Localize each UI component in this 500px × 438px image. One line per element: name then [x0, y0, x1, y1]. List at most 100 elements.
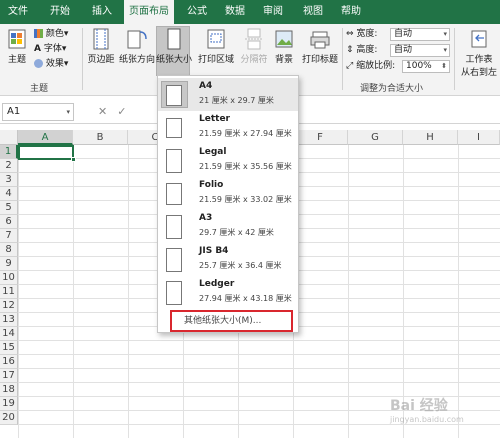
print-titles-button[interactable]: 打印标题 [300, 28, 340, 65]
more-paper-sizes-button[interactable]: 其他纸张大小(M)... [170, 310, 293, 332]
row-header[interactable]: 18 [0, 383, 18, 397]
margins-label: 页边距 [87, 55, 115, 65]
page-icon [166, 215, 182, 239]
paper-size-name: Legal [199, 147, 227, 157]
background-label: 背景 [274, 55, 293, 65]
column-header[interactable]: F [293, 130, 348, 145]
breaks-button[interactable]: 分隔符 [238, 28, 270, 65]
fonts-icon: A [34, 44, 41, 54]
tab-insert[interactable]: 插入 [84, 0, 120, 24]
paper-size-option[interactable]: A3 29.7 厘米 x 42 厘米 [158, 210, 298, 243]
select-all-corner[interactable] [0, 130, 18, 145]
background-button[interactable]: 背景 [270, 28, 298, 65]
width-icon: ⇔ [346, 29, 354, 39]
paper-size-option[interactable]: Ledger 27.94 厘米 x 43.18 厘米 [158, 276, 298, 309]
fonts-button[interactable]: A 字体▾ [34, 43, 66, 56]
tab-file[interactable]: 文件 [2, 0, 34, 24]
row-header[interactable]: 13 [0, 313, 18, 327]
watermark-text: Bai 经验 [390, 398, 448, 414]
row-header[interactable]: 10 [0, 271, 18, 285]
chevron-down-icon: ▾ [66, 108, 70, 116]
page-icon [166, 84, 182, 106]
sheet-direction-icon [471, 30, 487, 48]
height-icon: ⇕ [346, 45, 354, 55]
sheet-options-label: 工作表 [465, 55, 493, 65]
tab-home[interactable]: 开始 [42, 0, 78, 24]
row-header[interactable]: 20 [0, 411, 18, 425]
row-header[interactable]: 1 [0, 145, 18, 159]
height-select[interactable]: 自动 ▾ [390, 44, 450, 57]
column-header[interactable]: H [403, 130, 458, 145]
tab-review[interactable]: 审阅 [256, 0, 290, 24]
cancel-icon[interactable]: ✕ [98, 105, 117, 118]
row-header[interactable]: 2 [0, 159, 18, 173]
ribbon-tab-bar: 文件 开始 插入 页面布局 公式 数据 审阅 视图 帮助 [0, 0, 500, 24]
size-button[interactable]: 纸张大小 [156, 28, 192, 65]
page-icon [166, 118, 182, 138]
group-separator [82, 28, 83, 90]
paper-size-option[interactable]: Folio 21.59 厘米 x 33.02 厘米 [158, 177, 298, 210]
height-label: 高度: [356, 45, 378, 55]
print-area-label[interactable]: 打印区域 [198, 55, 234, 65]
row-header[interactable]: 9 [0, 257, 18, 271]
paper-size-menu: A4 21 厘米 x 29.7 厘米 Letter 21.59 厘米 x 27.94 … [157, 75, 299, 333]
paper-size-dimensions: 21.59 厘米 x 27.94 厘米 [199, 129, 292, 138]
chevron-down-icon: ▾ [443, 46, 447, 54]
row-header[interactable]: 19 [0, 397, 18, 411]
height-label-row: ⇕ 高度: [346, 44, 377, 57]
margins-button[interactable]: 页边距 [86, 28, 116, 65]
paper-size-option[interactable]: A4 21 厘米 x 29.7 厘米 [158, 78, 298, 111]
row-header[interactable]: 3 [0, 173, 18, 187]
paper-size-dimensions: 21.59 厘米 x 35.56 厘米 [199, 162, 292, 171]
row-header[interactable]: 6 [0, 215, 18, 229]
column-header[interactable]: G [348, 130, 403, 145]
paper-size-name: A3 [199, 213, 213, 223]
row-header[interactable]: 8 [0, 243, 18, 257]
orientation-icon [127, 30, 147, 49]
name-box[interactable]: A1 ▾ [2, 103, 74, 121]
orientation-button[interactable]: 纸张方向 [118, 28, 156, 65]
tab-page-layout[interactable]: 页面布局 [124, 0, 174, 24]
tab-data[interactable]: 数据 [218, 0, 252, 24]
row-header[interactable]: 7 [0, 229, 18, 243]
column-header[interactable]: B [73, 130, 128, 145]
tab-view[interactable]: 视图 [296, 0, 330, 24]
row-header[interactable]: 17 [0, 369, 18, 383]
active-cell[interactable] [18, 145, 76, 162]
scale-stepper[interactable]: 100% ⬍ [402, 60, 450, 73]
effects-button[interactable]: 效果▾ [34, 58, 68, 71]
more-paper-sizes-label: 其他纸张大小(M)... [184, 316, 262, 326]
row-header[interactable]: 11 [0, 285, 18, 299]
scale-icon: ⤢ [346, 61, 354, 71]
scale-value: 100% [406, 61, 432, 71]
row-header[interactable]: 16 [0, 355, 18, 369]
tab-formulas[interactable]: 公式 [180, 0, 214, 24]
print-area-button[interactable]: 打印区域 [196, 28, 236, 65]
column-header[interactable]: A [18, 130, 73, 145]
width-select[interactable]: 自动 ▾ [390, 28, 450, 41]
row-header[interactable]: 5 [0, 201, 18, 215]
paper-size-option[interactable]: Legal 21.59 厘米 x 35.56 厘米 [158, 144, 298, 177]
enter-icon[interactable]: ✓ [117, 105, 136, 118]
row-header[interactable]: 15 [0, 341, 18, 355]
fill-handle[interactable] [71, 157, 76, 162]
colors-button[interactable]: 颜色▾ [34, 28, 68, 41]
column-header[interactable]: I [458, 130, 500, 145]
themes-label: 主题 [7, 55, 26, 65]
sheet-right-to-left-button[interactable]: 工作表 从右到左 [458, 28, 500, 78]
page-icon [166, 281, 182, 305]
paper-size-dimensions: 25.7 厘米 x 36.4 厘米 [199, 261, 282, 270]
paper-size-option[interactable]: Letter 21.59 厘米 x 27.94 厘米 [158, 111, 298, 144]
paper-size-name: JIS B4 [199, 246, 229, 256]
group-separator [342, 28, 343, 90]
row-header[interactable]: 4 [0, 187, 18, 201]
themes-icon [8, 29, 26, 49]
row-header[interactable]: 14 [0, 327, 18, 341]
row-header[interactable]: 12 [0, 299, 18, 313]
fonts-label: 字体 [43, 44, 62, 54]
themes-group-label: 主题 [30, 84, 49, 94]
page-icon [166, 183, 182, 205]
themes-button[interactable]: 主题 [4, 28, 30, 65]
tab-help[interactable]: 帮助 [334, 0, 368, 24]
paper-size-option[interactable]: JIS B4 25.7 厘米 x 36.4 厘米 [158, 243, 298, 276]
